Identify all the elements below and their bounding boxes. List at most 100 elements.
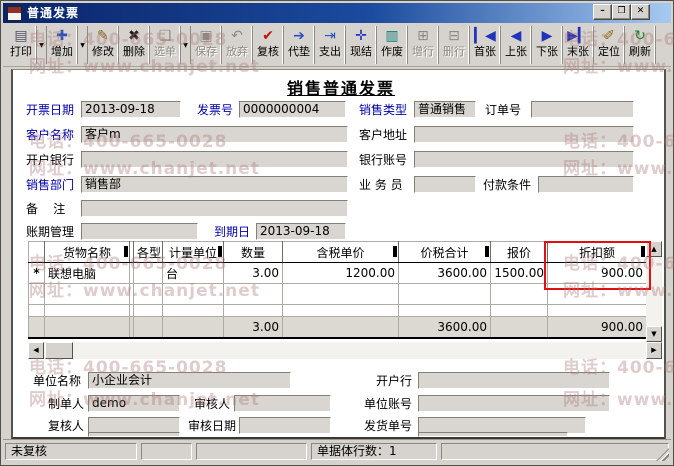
document-title: 销售普通发票: [286, 79, 395, 98]
unit-account-field[interactable]: [418, 395, 610, 412]
cell[interactable]: [398, 283, 491, 305]
table-row: [28, 283, 647, 305]
cell-quantity[interactable]: 3.00: [223, 262, 283, 284]
cell-unit[interactable]: 台: [162, 262, 224, 284]
col-goods-name[interactable]: 货物名称: [44, 241, 130, 263]
totals-row: 3.00 3600.00 900.00: [28, 316, 647, 339]
cell[interactable]: [44, 304, 130, 317]
cash-settle-icon: ✛: [355, 28, 367, 44]
cell[interactable]: [162, 304, 224, 317]
toolbar-button-next[interactable]: ▶ 下张: [532, 26, 563, 64]
cell[interactable]: [133, 283, 163, 305]
col-unit[interactable]: 计量单位: [162, 241, 224, 263]
open-bank-field[interactable]: [418, 372, 610, 389]
cell[interactable]: [223, 304, 283, 317]
toolbar-button-print[interactable]: ▤ 打印: [6, 26, 37, 64]
toolbar-button-label: 删行: [443, 45, 465, 58]
cell[interactable]: [282, 283, 399, 305]
title-bar[interactable]: 普通发票: [3, 3, 671, 23]
arrow-right-icon: ▶: [651, 346, 657, 354]
row-indicator[interactable]: *: [28, 262, 45, 284]
toolbar-button-review[interactable]: ✔ 复核: [253, 26, 284, 64]
vertical-scrollbar[interactable]: ▲ ▼: [646, 241, 662, 342]
toolbar-button-modify[interactable]: ✎ 修改: [88, 26, 119, 64]
col-quote[interactable]: 报价: [490, 241, 548, 263]
toolbar-button-cash-settle[interactable]: ✛ 现结: [346, 26, 377, 64]
add-dropdown-arrow[interactable]: ▼: [78, 26, 88, 64]
minimize-button[interactable]: –: [593, 4, 612, 20]
salesman-field[interactable]: [414, 176, 476, 193]
col-indicator[interactable]: [28, 241, 45, 263]
cell-spec[interactable]: [133, 262, 163, 284]
col-discount[interactable]: 折扣额: [547, 241, 647, 263]
maximize-button[interactable]: ❐: [612, 4, 631, 20]
print-dropdown-arrow[interactable]: ▼: [37, 26, 47, 64]
invoice-date-field[interactable]: 2013-09-18: [81, 101, 181, 118]
unit-name-field[interactable]: 小企业会计: [88, 372, 291, 389]
cell[interactable]: [223, 283, 283, 305]
due-date-field[interactable]: 2013-09-18: [256, 223, 346, 240]
maker-field[interactable]: demo: [88, 395, 180, 412]
cell[interactable]: [28, 283, 45, 305]
bank-account-label: 银行账号: [359, 153, 408, 167]
cell[interactable]: [162, 283, 224, 305]
discard-icon: ↶: [231, 28, 243, 44]
toolbar-button-delete[interactable]: ✖ 删除: [119, 26, 150, 64]
toolbar-button-add[interactable]: ✚ 增加: [47, 26, 78, 64]
cell[interactable]: [28, 304, 45, 317]
toolbar-button-add-row: ⊞ 增行: [408, 26, 439, 64]
cell[interactable]: [282, 304, 399, 317]
payment-terms-field[interactable]: [538, 176, 634, 193]
cell[interactable]: [547, 304, 647, 317]
cell[interactable]: [398, 304, 491, 317]
advance-icon: ➔: [293, 28, 305, 44]
scroll-down-button[interactable]: ▼: [646, 326, 662, 342]
maximize-icon: ❐: [617, 6, 626, 16]
auditor-field[interactable]: [234, 395, 331, 412]
cell-discount[interactable]: 900.00: [547, 262, 647, 284]
audit-date-field[interactable]: [239, 417, 331, 434]
cell[interactable]: [490, 283, 548, 305]
close-button[interactable]: ✕: [631, 4, 650, 20]
toolbar-button-advance[interactable]: ➔ 代垫: [284, 26, 315, 64]
col-spec[interactable]: 各型: [133, 241, 163, 263]
period-mgmt-field[interactable]: [81, 223, 198, 240]
toolbar-button-expense[interactable]: ⇥ 支出: [315, 26, 346, 64]
sales-dept-field[interactable]: 销售部: [81, 176, 348, 193]
sales-type-field[interactable]: 普通销售: [414, 101, 476, 118]
cell-total[interactable]: 3600.00: [398, 262, 491, 284]
cell[interactable]: [490, 304, 548, 317]
toolbar-button-prev[interactable]: ◀ 上张: [501, 26, 532, 64]
bank-field[interactable]: [81, 151, 348, 168]
remark-field[interactable]: [81, 200, 348, 217]
customer-name-field[interactable]: 客户m: [81, 126, 348, 143]
scroll-up-button[interactable]: ▲: [646, 241, 662, 257]
customer-addr-field[interactable]: [414, 126, 634, 143]
void-trash-icon: ▥: [385, 28, 399, 44]
cell-quote[interactable]: 1500.00: [490, 262, 548, 284]
rechecker-label: 复核人: [48, 419, 85, 433]
horizontal-scrollbar[interactable]: ◀ ▶: [28, 342, 662, 359]
bank-account-field[interactable]: [414, 151, 634, 168]
cell[interactable]: [44, 283, 130, 305]
col-quantity[interactable]: 数量: [223, 241, 283, 263]
col-unit-price[interactable]: 含税单价: [282, 241, 399, 263]
cell-unit-price[interactable]: 1200.00: [282, 262, 399, 284]
toolbar-button-first[interactable]: ▎◀ 首张: [470, 26, 501, 64]
table-row: * 联想电脑 台 3.00 1200.00 3600.00 1500.00 90…: [28, 262, 647, 284]
totals-discount: 900.00: [547, 316, 647, 339]
col-total[interactable]: 价税合计: [398, 241, 491, 263]
scroll-left-button[interactable]: ◀: [28, 342, 44, 359]
cell[interactable]: [547, 283, 647, 305]
invoice-no-field[interactable]: 0000000004: [239, 101, 346, 118]
cell-goods-name[interactable]: 联想电脑: [44, 262, 130, 284]
order-no-field[interactable]: [531, 101, 634, 118]
scrollbar-thumb[interactable]: [45, 342, 73, 359]
cell[interactable]: [133, 304, 163, 317]
scroll-right-button[interactable]: ▶: [646, 342, 662, 359]
toolbar-button-refresh[interactable]: ↻ 刷新: [625, 26, 656, 64]
toolbar-button-locate[interactable]: ✐ 定位: [594, 26, 625, 64]
toolbar-button-label: 放弃: [226, 45, 248, 58]
toolbar-button-void[interactable]: ▥ 作废: [377, 26, 408, 64]
toolbar-button-last[interactable]: ▶▎ 末张: [563, 26, 594, 64]
